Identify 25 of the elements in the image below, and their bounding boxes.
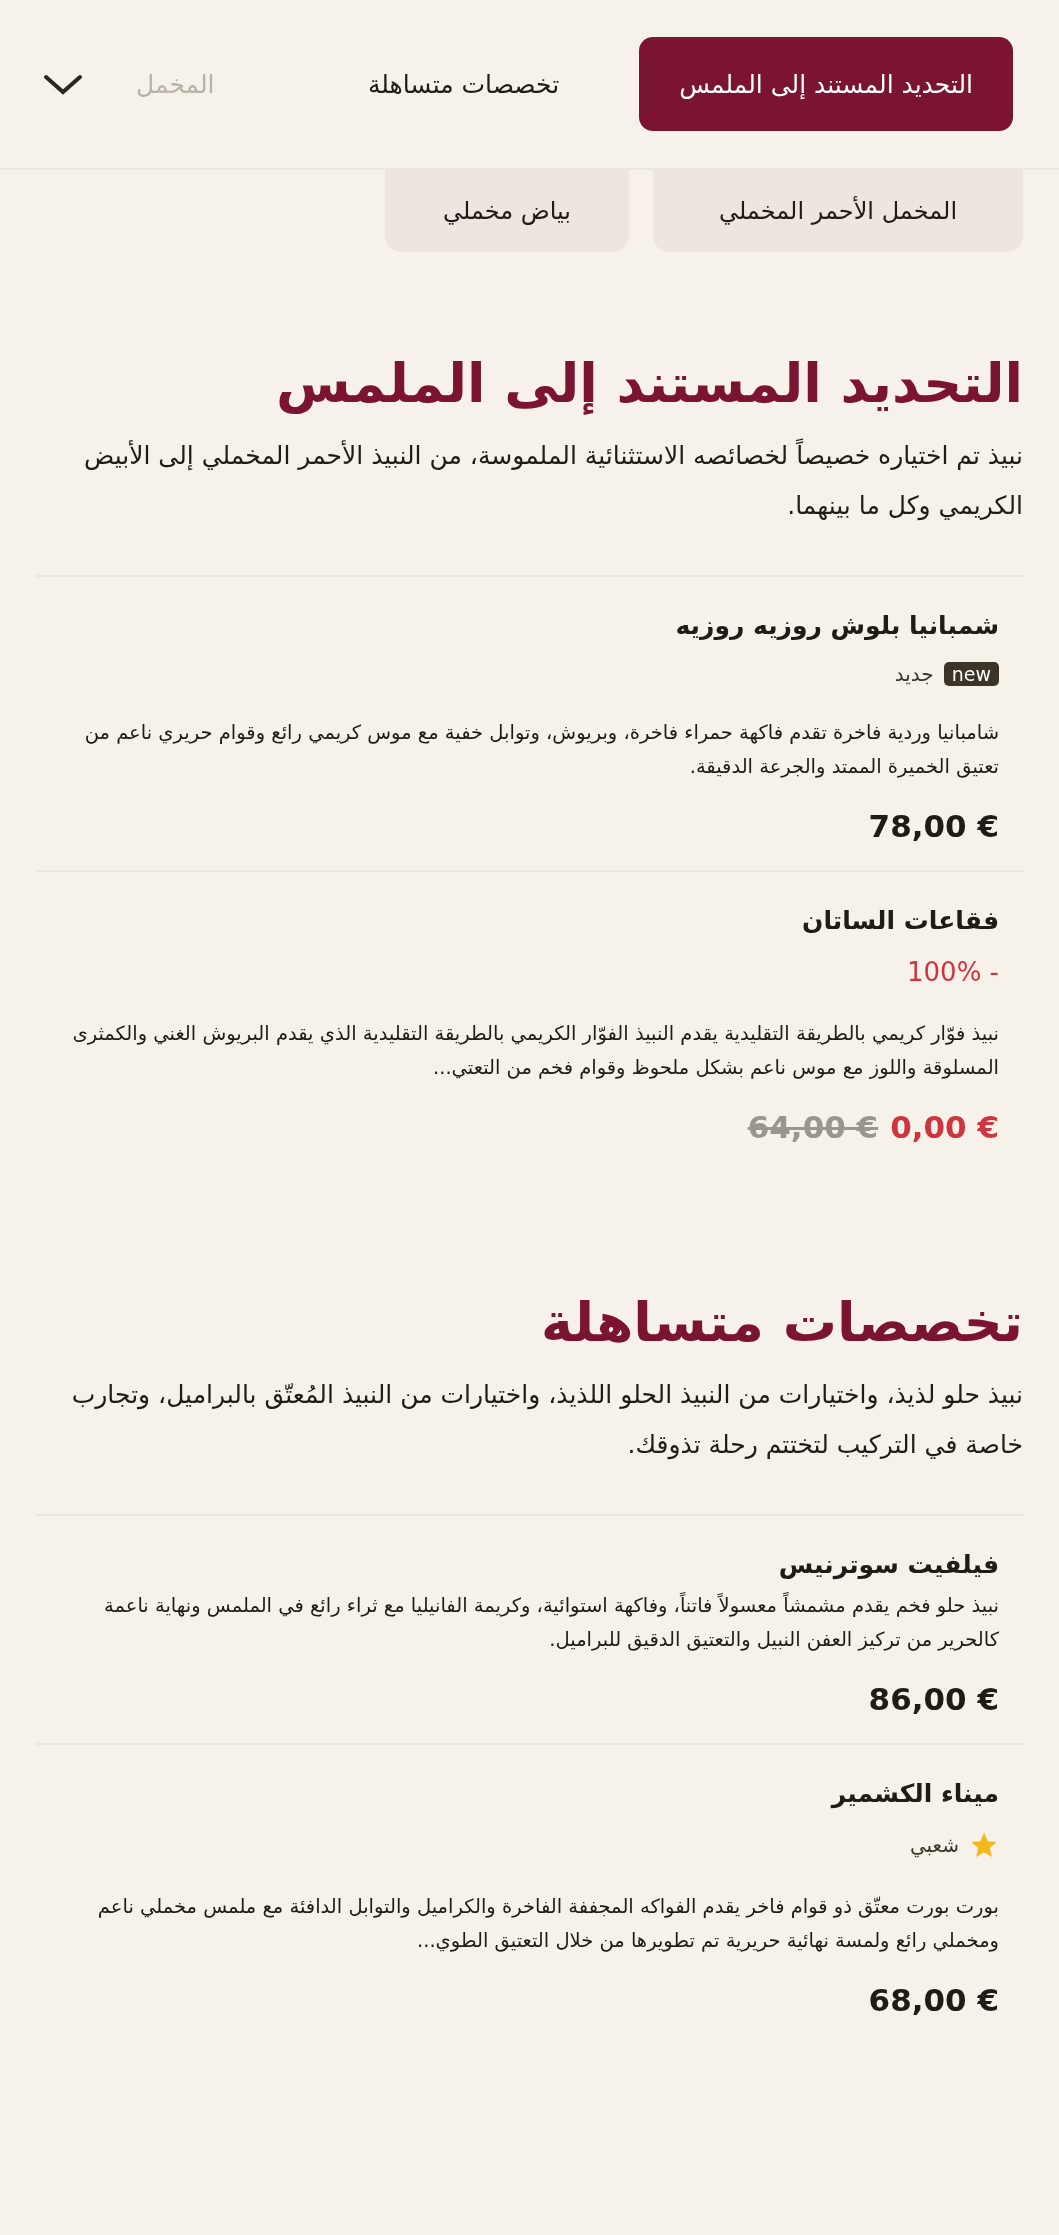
product-description: بورت بورت معتّق ذو قوام فاخر يقدم الفواكه المجففة الفاخرة والكراميل والتوابل الدافئة مع ملمس مخملي ناعم ومخملي رائع ولمسة نهائية حريرية تم تطويرها من خلال التعتيق الطوي... [96,1893,999,1954]
product-price: 0,00 € [890,1108,999,1145]
section-title: تخصصات متساهلة [540,1290,1023,1356]
product-price: 68,00 € [868,1981,999,2018]
product-name: شمبانيا بلوش روزيه روزيه [674,610,999,640]
section-description: نبيذ حلو لذيذ، واختيارات من النبيذ الحلو اللذيذ، واختيارات من النبيذ المُعتّق بالبراميل، وتجارب خاصة في التركيب لتختتم رحلة تذوقك. [70,1378,1023,1462]
new-badge: new [943,661,999,686]
section-description: نبيذ تم اختياره خصيصاً لخصائصه الاستثنائية الملموسة، من النبيذ الأحمر المخملي إلى الأبيض الكريمي وكل ما بينهما. [83,437,1023,523]
tag-label: شعبي [909,1832,959,1857]
section-title: التحديد المستند إلى الملمس [275,352,1023,417]
original-price: 64,00 € [747,1108,879,1145]
product-name: فيلفيت سوترنيس [777,1549,999,1579]
category-tab[interactable]: تخصصات متساهلة [327,37,600,131]
subcategory-chip[interactable]: المخمل الأحمر المخملي [653,170,1023,252]
product-price: 86,00 € [868,1680,999,1717]
product-description: نبيذ حلو فخم يقدم مشمشاً معسولاً فاتناً، وفاكهة استوائية، وكريمة الفانيليا مع ثراء رائع في الملمس ونهاية ناعمة كالحرير من تركيز العفن النبيل والتعتيق الدقيق للبراميل. [103,1591,999,1653]
product-description: شامبانيا وردية فاخرة تقدم فاكهة حمراء فاخرة، وبريوش، وتوابل خفية مع موس كريمي رائع وقوام حريري ناعم من تعتيق الخميرة الممتد والجرعة الدقيقة. [83,719,999,780]
product-name: ميناء الكشمير [829,1778,999,1808]
subcategory-chip[interactable]: بياض مخملي [385,170,629,252]
product-price: 78,00 € [868,807,999,844]
product-description: نبيذ فوّار كريمي بالطريقة التقليدية يقدم النبيذ الفوّار الكريمي بالطريقة التقليدية الذي يقدم البريوش الغني والكمثرى المسلوقة واللوز مع موس ناعم بشكل ملحوظ وقوام فخم من التعتي... [71,1020,999,1081]
product-name: فقاعات الساتان [801,905,999,935]
category-tab[interactable]: التحديد المستند إلى الملمس [639,37,1013,131]
tag-label: جديد [894,661,934,686]
discount-label: - 100% [906,956,999,987]
